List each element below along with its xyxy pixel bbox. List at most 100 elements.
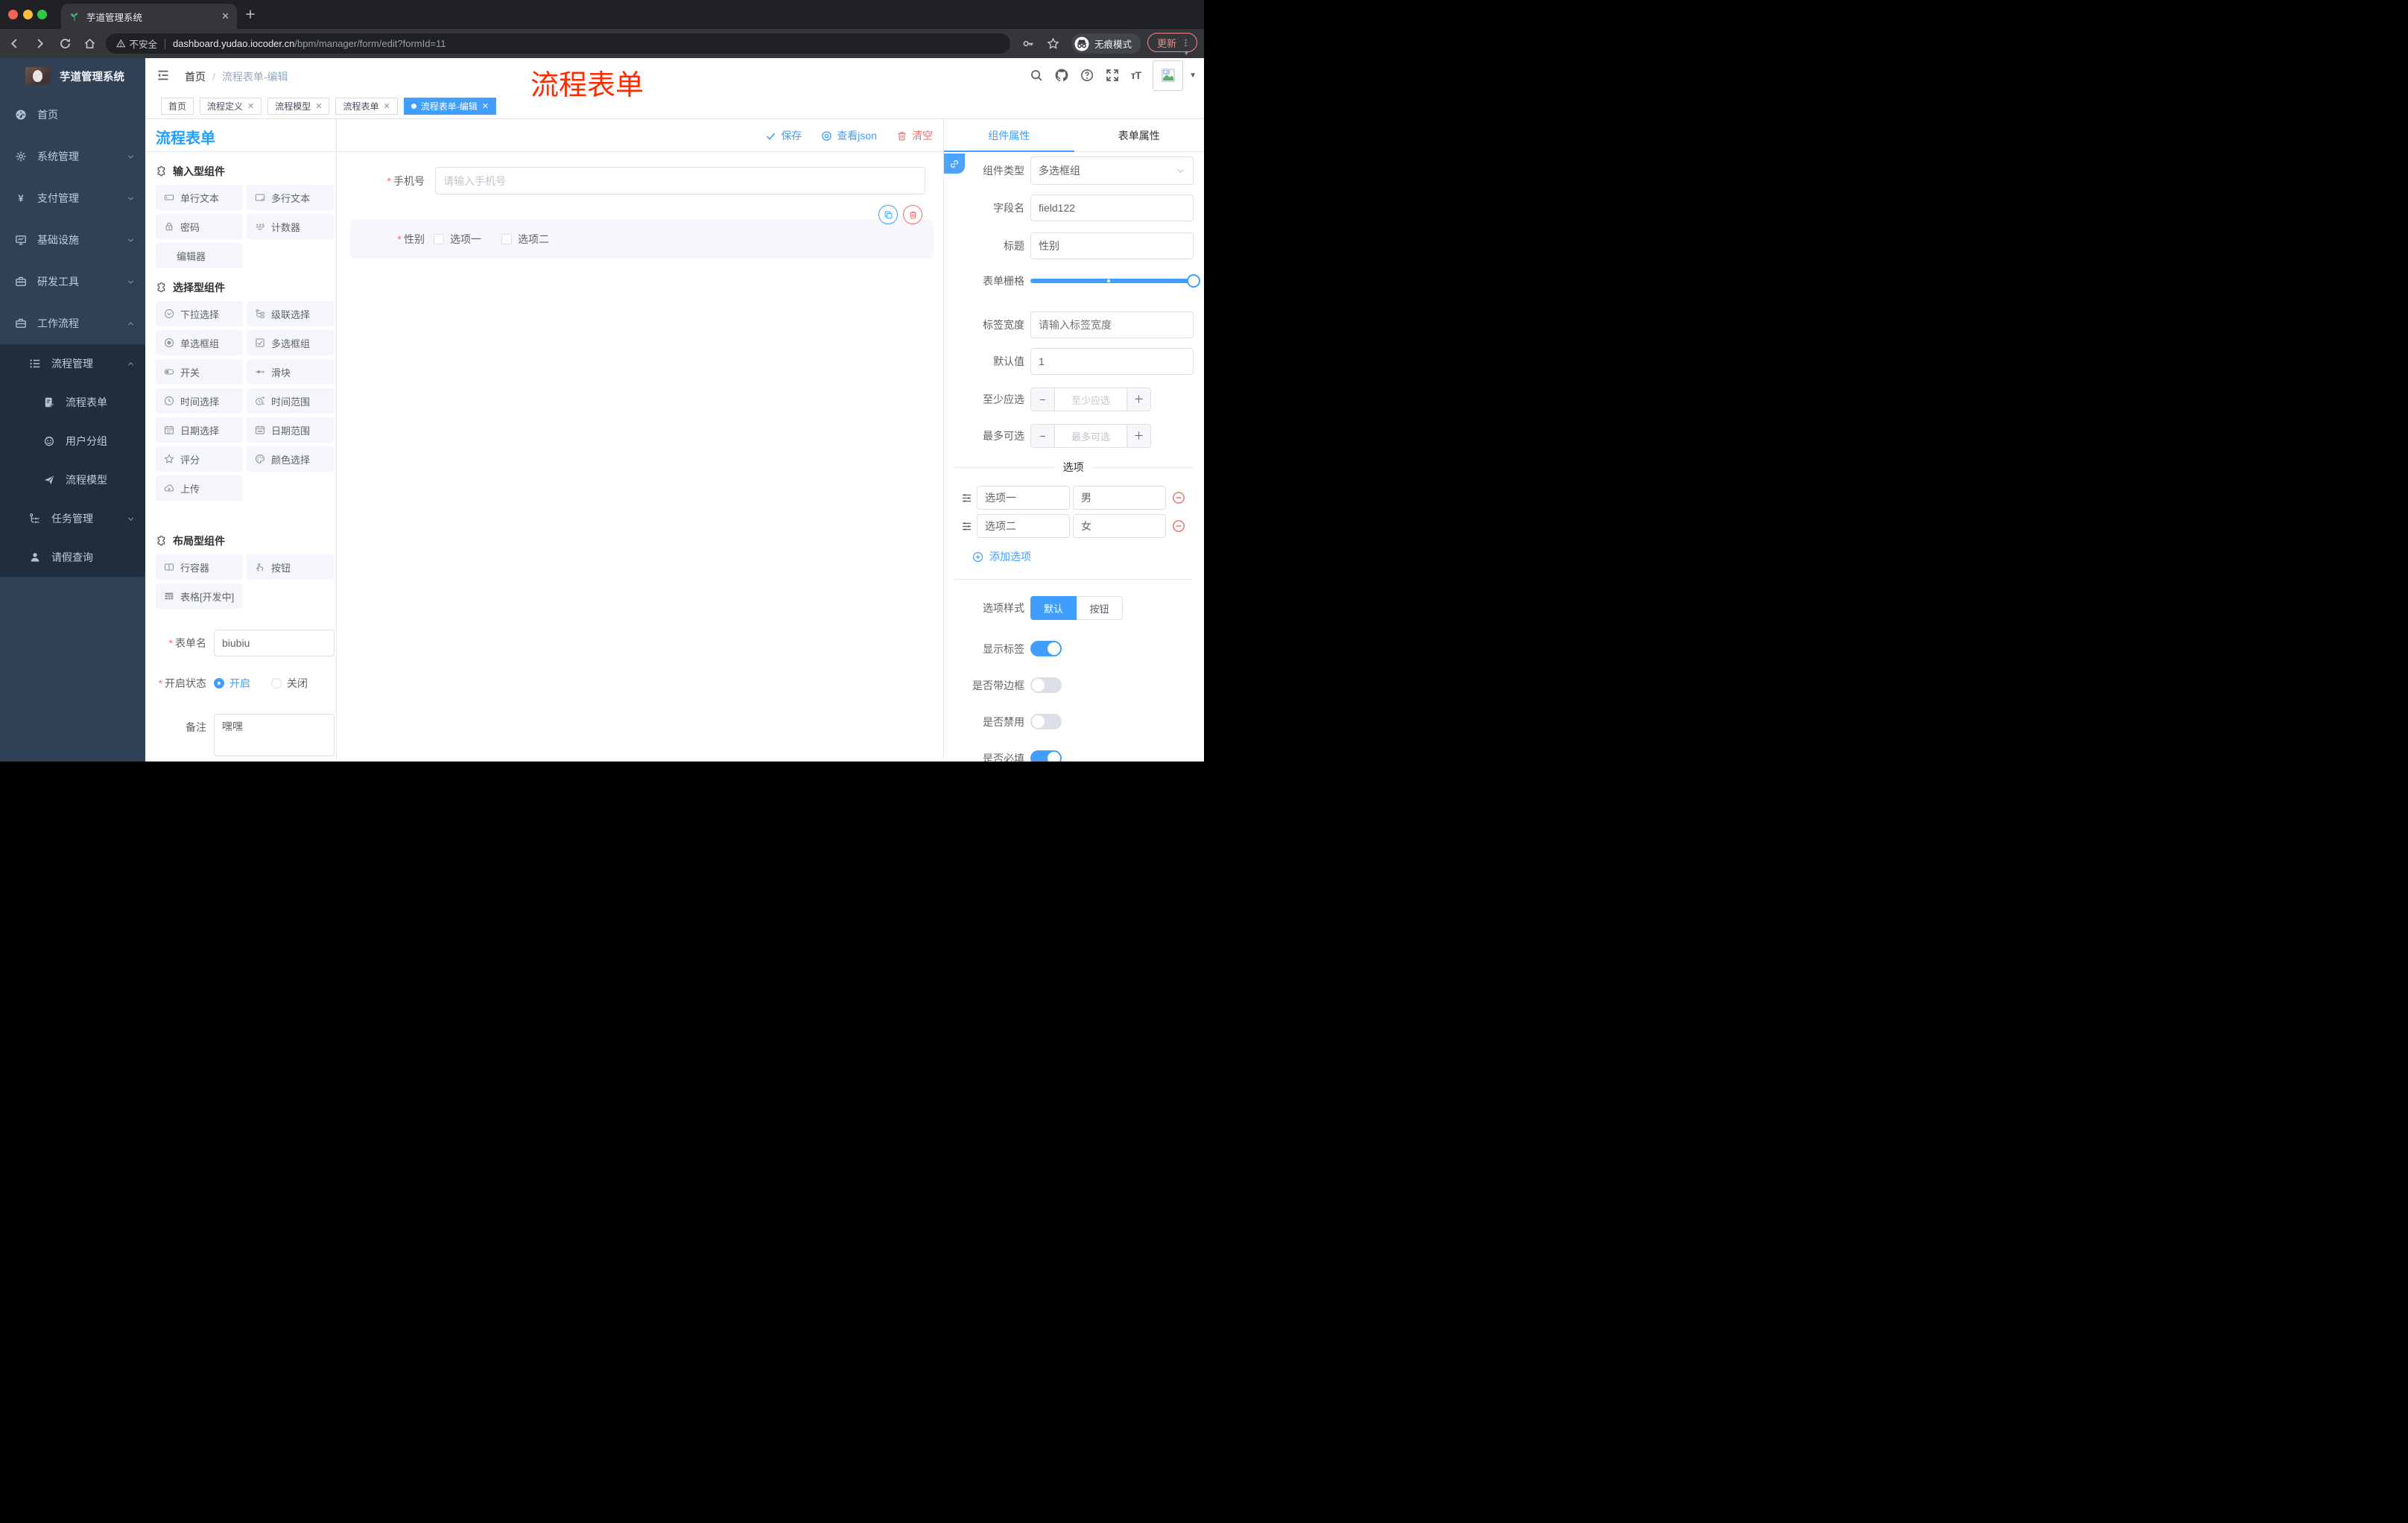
palette-item-日期范围[interactable]: 日期范围: [247, 417, 334, 443]
palette-item-多行文本[interactable]: 多行文本: [247, 185, 334, 210]
minimize-window-button[interactable]: [23, 10, 33, 19]
tab-form-props[interactable]: 表单属性: [1074, 119, 1205, 152]
browser-update-button[interactable]: 更新: [1147, 33, 1198, 52]
status-off-radio[interactable]: 关闭: [271, 676, 308, 691]
palette-item-评分[interactable]: 评分: [156, 446, 243, 472]
tab-close-icon[interactable]: ✕: [221, 10, 229, 22]
search-icon[interactable]: [1030, 69, 1043, 82]
palette-item-行容器[interactable]: 行容器: [156, 554, 243, 580]
view-json-button[interactable]: 查看json: [821, 128, 877, 143]
component-type-select[interactable]: 多选框组: [1030, 156, 1194, 185]
tag-流程表单-编辑[interactable]: 流程表单-编辑 ✕: [403, 98, 496, 115]
not-secure-badge[interactable]: 不安全: [116, 37, 157, 51]
option-label-input[interactable]: [977, 486, 1070, 510]
palette-item-表格[开发中][interactable]: 表格[开发中]: [156, 583, 243, 609]
default-value-input[interactable]: [1030, 348, 1194, 375]
label-width-input[interactable]: [1030, 311, 1194, 338]
form-grid-slider[interactable]: [1030, 270, 1200, 292]
field-name-input[interactable]: [1030, 194, 1194, 221]
status-on-radio[interactable]: 开启: [214, 676, 250, 691]
form-remark-textarea[interactable]: 嘿嘿: [214, 714, 335, 756]
palette-item-开关[interactable]: 开关: [156, 359, 243, 384]
remove-option-button[interactable]: [1172, 519, 1185, 533]
font-size-icon[interactable]: ᴛT: [1131, 69, 1141, 81]
palette-item-单行文本[interactable]: 单行文本: [156, 185, 243, 210]
sidebar-item-工作流程[interactable]: 工作流程: [0, 303, 145, 344]
browser-tab[interactable]: 芋道管理系统 ✕: [61, 4, 237, 29]
sidebar-item-流程模型[interactable]: 流程模型: [0, 460, 145, 499]
sidebar-item-系统管理[interactable]: 系统管理: [0, 136, 145, 177]
breadcrumb-home[interactable]: 首页: [185, 69, 206, 84]
sidebar-item-首页[interactable]: 首页: [0, 94, 145, 136]
copy-component-button[interactable]: [878, 205, 898, 224]
sidebar-item-基础设施[interactable]: 基础设施: [0, 219, 145, 261]
avatar-caret-icon[interactable]: ▼: [1189, 72, 1197, 80]
address-bar[interactable]: 不安全 dashboard.yudao.iocoder.cn/bpm/manag…: [106, 34, 1010, 54]
max-select-placeholder[interactable]: 最多可选: [1055, 425, 1127, 447]
toggle-显示标签[interactable]: [1030, 641, 1062, 656]
avatar[interactable]: [1153, 60, 1184, 91]
password-key-icon[interactable]: [1022, 37, 1035, 50]
github-icon[interactable]: [1055, 69, 1068, 82]
back-icon[interactable]: [8, 37, 21, 50]
home-icon[interactable]: [83, 37, 96, 50]
toggle-是否禁用[interactable]: [1030, 714, 1062, 729]
slider-handle[interactable]: [1187, 274, 1200, 288]
phone-field-input[interactable]: [435, 167, 925, 194]
style-default-button[interactable]: 默认: [1030, 596, 1077, 620]
sidebar-item-研发工具[interactable]: 研发工具: [0, 261, 145, 303]
palette-item-时间选择[interactable]: 时间选择: [156, 388, 243, 414]
browser-caret-icon[interactable]: ▼: [1183, 49, 1190, 57]
option-label-input[interactable]: [977, 514, 1070, 538]
min-select-placeholder[interactable]: 至少应选: [1055, 388, 1127, 411]
palette-item-滑块[interactable]: 滑块: [247, 359, 334, 384]
clear-button[interactable]: 清空: [896, 128, 933, 143]
palette-item-密码[interactable]: 密码: [156, 214, 243, 239]
tab-component-props[interactable]: 组件属性: [944, 119, 1074, 152]
palette-item-下拉选择[interactable]: 下拉选择: [156, 301, 243, 326]
tag-close-icon[interactable]: ✕: [247, 101, 254, 111]
new-tab-button[interactable]: [244, 8, 256, 20]
tag-close-icon[interactable]: ✕: [482, 101, 489, 111]
sidebar-item-支付管理[interactable]: ¥ 支付管理: [0, 177, 145, 219]
help-icon[interactable]: [1080, 69, 1094, 82]
sidebar-item-任务管理[interactable]: 任务管理: [0, 499, 145, 538]
palette-item-时间范围[interactable]: 时间范围: [247, 388, 334, 414]
tag-首页[interactable]: 首页: [161, 98, 194, 115]
bookmark-star-icon[interactable]: [1047, 37, 1059, 50]
save-button[interactable]: 保存: [765, 128, 802, 143]
sidebar-item-流程管理[interactable]: 流程管理: [0, 344, 145, 383]
palette-item-级联选择[interactable]: 级联选择: [247, 301, 334, 326]
browser-menu-icon[interactable]: [1181, 38, 1191, 48]
tag-close-icon[interactable]: ✕: [315, 101, 322, 111]
drag-handle-icon[interactable]: [961, 521, 972, 532]
delete-component-button[interactable]: [903, 205, 922, 224]
close-window-button[interactable]: [8, 10, 18, 19]
stepper-minus-button[interactable]: −: [1031, 388, 1055, 411]
sidebar-item-用户分组[interactable]: 用户分组: [0, 422, 145, 460]
style-button-button[interactable]: 按钮: [1077, 596, 1123, 620]
palette-item-颜色选择[interactable]: 颜色选择: [247, 446, 334, 472]
tag-close-icon[interactable]: ✕: [384, 101, 390, 111]
gender-option-2-checkbox[interactable]: 选项二: [501, 232, 549, 247]
selected-component-gender[interactable]: * 性别 选项一 选项二: [350, 205, 934, 259]
option-value-input[interactable]: [1073, 514, 1166, 538]
reload-icon[interactable]: [59, 37, 72, 50]
stepper-plus-button[interactable]: ＋: [1127, 425, 1150, 447]
sidebar-item-请假查询[interactable]: 请假查询: [0, 538, 145, 577]
palette-item-多选框组[interactable]: 多选框组: [247, 330, 334, 355]
stepper-plus-button[interactable]: ＋: [1127, 388, 1150, 411]
forward-icon[interactable]: [34, 37, 46, 50]
sidebar-item-流程表单[interactable]: 流程表单: [0, 383, 145, 422]
collapse-sidebar-icon[interactable]: [156, 69, 170, 82]
fullscreen-icon[interactable]: [1106, 69, 1119, 82]
stepper-minus-button[interactable]: −: [1031, 425, 1055, 447]
gender-option-1-checkbox[interactable]: 选项一: [434, 232, 481, 247]
palette-item-按钮[interactable]: 按钮: [247, 554, 334, 580]
palette-item-计数器[interactable]: 123 计数器: [247, 214, 334, 239]
form-name-input[interactable]: [214, 630, 335, 656]
toggle-是否必填[interactable]: [1030, 750, 1062, 762]
toggle-是否带边框[interactable]: [1030, 677, 1062, 693]
add-option-button[interactable]: 添加选项: [972, 549, 1194, 564]
drag-handle-icon[interactable]: [961, 493, 972, 504]
